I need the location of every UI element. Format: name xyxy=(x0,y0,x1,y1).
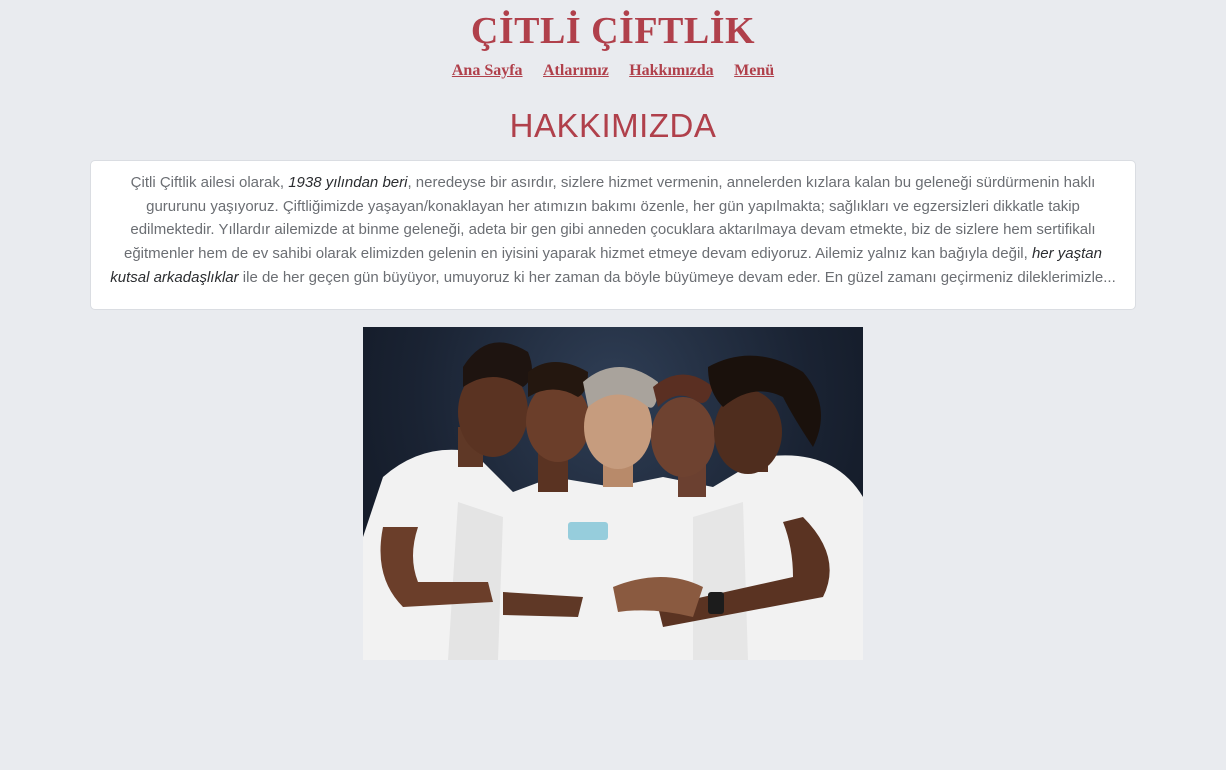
nav-link-about[interactable]: Hakkımızda xyxy=(629,62,713,79)
about-text-emphasis-year: 1938 yılından beri xyxy=(288,174,408,191)
about-text: Çitli Çiftlik ailesi olarak, 1938 yılınd… xyxy=(103,171,1123,290)
nav-link-horses[interactable]: Atlarımız xyxy=(543,62,609,79)
about-text-part-3: ile de her geçen gün büyüyor, umuyoruz k… xyxy=(238,268,1116,286)
main-nav: Ana Sayfa Atlarımız Hakkımızda Menü xyxy=(0,62,1226,84)
about-heading: HAKKIMIZDA xyxy=(509,107,717,144)
about-text-part-1: Çitli Çiftlik ailesi olarak, xyxy=(130,174,289,191)
nav-link-home[interactable]: Ana Sayfa xyxy=(452,62,523,79)
family-photo xyxy=(363,327,863,660)
about-card: Çitli Çiftlik ailesi olarak, 1938 yılınd… xyxy=(90,160,1136,310)
nav-link-menu[interactable]: Menü xyxy=(734,62,774,79)
site-title: ÇİTLİ ÇİFTLİK xyxy=(470,10,756,52)
family-photo-illustration xyxy=(363,342,863,660)
